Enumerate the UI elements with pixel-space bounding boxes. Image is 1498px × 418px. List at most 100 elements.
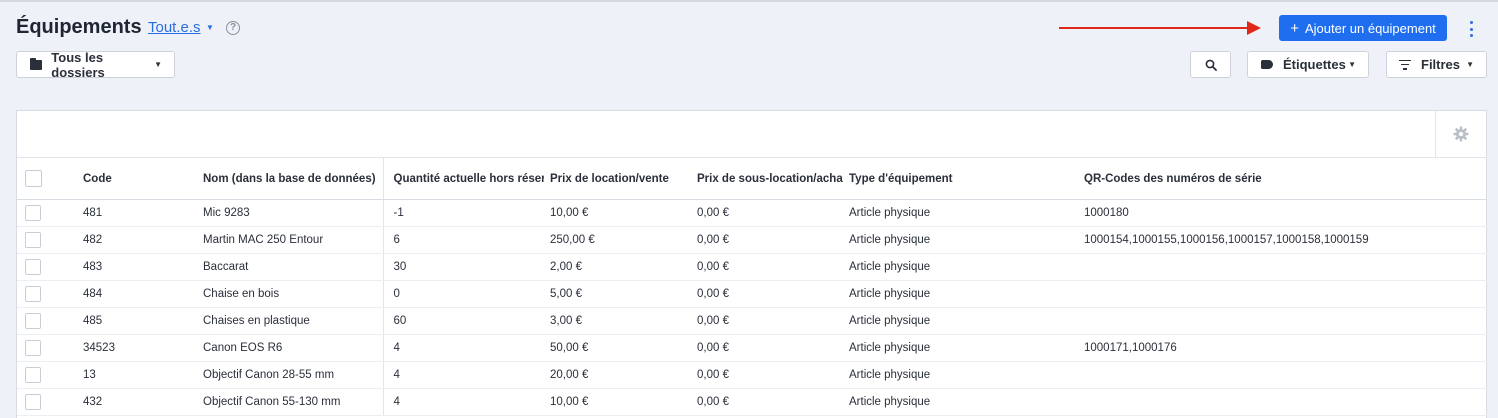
chevron-down-icon[interactable]: ▼ [206,23,214,32]
name-cell: Objectif Canon 55-130 mm [193,388,384,416]
code-cell: 483 [73,253,193,281]
qr-codes-cell [1084,253,1487,281]
name-cell: Chaises en plastique [193,307,384,335]
row-checkbox[interactable] [25,286,41,302]
code-cell: 432 [73,388,193,416]
quantity-cell: 60 [383,307,544,335]
qr-codes-cell [1084,307,1487,335]
row-checkbox[interactable] [25,205,41,221]
code-cell: 485 [73,307,193,335]
column-header-name[interactable]: Nom (dans la base de données) [193,157,384,200]
purchase-price-cell: 0,00 € [687,361,843,389]
annotation-arrow-head [1247,21,1261,35]
equipment-table: Code Nom (dans la base de données) Quant… [17,157,1487,416]
scope-filter-link[interactable]: Tout.e.s [148,19,201,36]
tags-label: Étiquettes [1283,57,1346,72]
quantity-cell: 30 [383,253,544,281]
table-row[interactable]: 485 Chaises en plastique 60 3,00 €0,00 € Art… [17,307,1487,335]
select-all-checkbox[interactable] [25,170,42,187]
more-vertical-icon[interactable] [1467,21,1475,37]
plus-icon: + [1290,19,1299,37]
table-header-row: Code Nom (dans la base de données) Quant… [17,157,1487,200]
row-checkbox[interactable] [25,313,41,329]
row-select-cell [17,388,73,416]
equipment-type-cell: Article physique [843,334,1084,362]
column-header-rental-price[interactable]: Prix de location/vente [544,157,687,200]
row-checkbox[interactable] [25,340,41,356]
table-body: 481 Mic 9283 -1 10,00 €0,00 € Article physiq… [17,199,1487,416]
quantity-cell: -1 [383,199,544,227]
purchase-price-cell: 0,00 € [687,280,843,308]
column-header-quantity[interactable]: Quantité actuelle hors réservation [383,157,544,200]
quantity-cell: 6 [383,226,544,254]
tag-icon [1261,60,1273,69]
purchase-price-cell: 0,00 € [687,334,843,362]
row-checkbox[interactable] [25,367,41,383]
table-row[interactable]: 432 Objectif Canon 55-130 mm 4 10,00 €0,00 … [17,388,1487,416]
row-checkbox[interactable] [25,259,41,275]
qr-codes-cell [1084,388,1487,416]
table-row[interactable]: 481 Mic 9283 -1 10,00 €0,00 € Article physiq… [17,199,1487,227]
code-cell: 34523 [73,334,193,362]
rental-price-cell: 10,00 € [544,199,687,227]
search-icon [1205,59,1217,71]
rental-price-cell: 50,00 € [544,334,687,362]
quantity-cell: 0 [383,280,544,308]
row-select-cell [17,307,73,335]
quantity-cell: 4 [383,334,544,362]
table-row[interactable]: 13 Objectif Canon 28-55 mm 4 20,00 €0,00 € A… [17,361,1487,389]
filter-icon [1399,59,1411,70]
table-settings-button[interactable] [1435,111,1486,157]
help-icon[interactable]: ? [226,21,240,35]
equipment-type-cell: Article physique [843,280,1084,308]
row-select-cell [17,226,73,254]
rental-price-cell: 3,00 € [544,307,687,335]
row-select-cell [17,361,73,389]
folders-label: Tous les dossiers [51,49,105,80]
row-select-cell [17,334,73,362]
name-cell: Canon EOS R6 [193,334,384,362]
column-header-code[interactable]: Code [73,157,193,200]
purchase-price-cell: 0,00 € [687,199,843,227]
name-cell: Objectif Canon 28-55 mm [193,361,384,389]
table-row[interactable]: 483 Baccarat 30 2,00 €0,00 € Article physiqu… [17,253,1487,281]
equipment-type-cell: Article physique [843,226,1084,254]
equipment-type-cell: Article physique [843,361,1084,389]
folders-dropdown[interactable]: Tous les dossiers ▼ [16,49,175,80]
quantity-cell: 4 [383,388,544,416]
rental-price-cell: 5,00 € [544,280,687,308]
select-all-cell [17,157,73,200]
qr-codes-cell [1084,361,1487,389]
table-row[interactable]: 34523 Canon EOS R6 4 50,00 €0,00 € Article p… [17,334,1487,362]
add-equipment-button[interactable]: + Ajouter un équipement [1279,15,1447,41]
rental-price-cell: 20,00 € [544,361,687,389]
row-checkbox[interactable] [25,394,41,410]
equipment-type-cell: Article physique [843,199,1084,227]
equipment-type-cell: Article physique [843,253,1084,281]
code-cell: 482 [73,226,193,254]
qr-codes-cell: 1000171,1000176 [1084,334,1487,362]
purchase-price-cell: 0,00 € [687,307,843,335]
table-row[interactable]: 484 Chaise en bois 0 5,00 €0,00 € Article ph… [17,280,1487,308]
qr-codes-cell [1084,280,1487,308]
row-checkbox[interactable] [25,232,41,248]
purchase-price-cell: 0,00 € [687,388,843,416]
rental-price-cell: 10,00 € [544,388,687,416]
table-row[interactable]: 482 Martin MAC 250 Entour 6 250,00 €0,00 € A… [17,226,1487,254]
row-select-cell [17,253,73,281]
column-header-purchase-price[interactable]: Prix de sous-location/achat [687,157,843,200]
gear-icon [1453,126,1469,142]
column-header-equipment-type[interactable]: Type d'équipement [843,157,1084,200]
rental-price-cell: 250,00 € [544,226,687,254]
chevron-down-icon: ▼ [154,60,162,69]
chevron-down-icon: ▼ [1466,60,1474,69]
column-header-qr-codes[interactable]: QR-Codes des numéros de série [1084,157,1487,200]
qr-codes-cell: 1000154,1000155,1000156,1000157,1000158,… [1084,226,1487,254]
search-button[interactable] [1190,51,1231,78]
filters-dropdown[interactable]: Filtres ▼ [1386,51,1487,78]
purchase-price-cell: 0,00 € [687,253,843,281]
purchase-price-cell: 0,00 € [687,226,843,254]
name-cell: Chaise en bois [193,280,384,308]
row-select-cell [17,280,73,308]
tags-dropdown[interactable]: Étiquettes ▼ [1247,51,1369,78]
